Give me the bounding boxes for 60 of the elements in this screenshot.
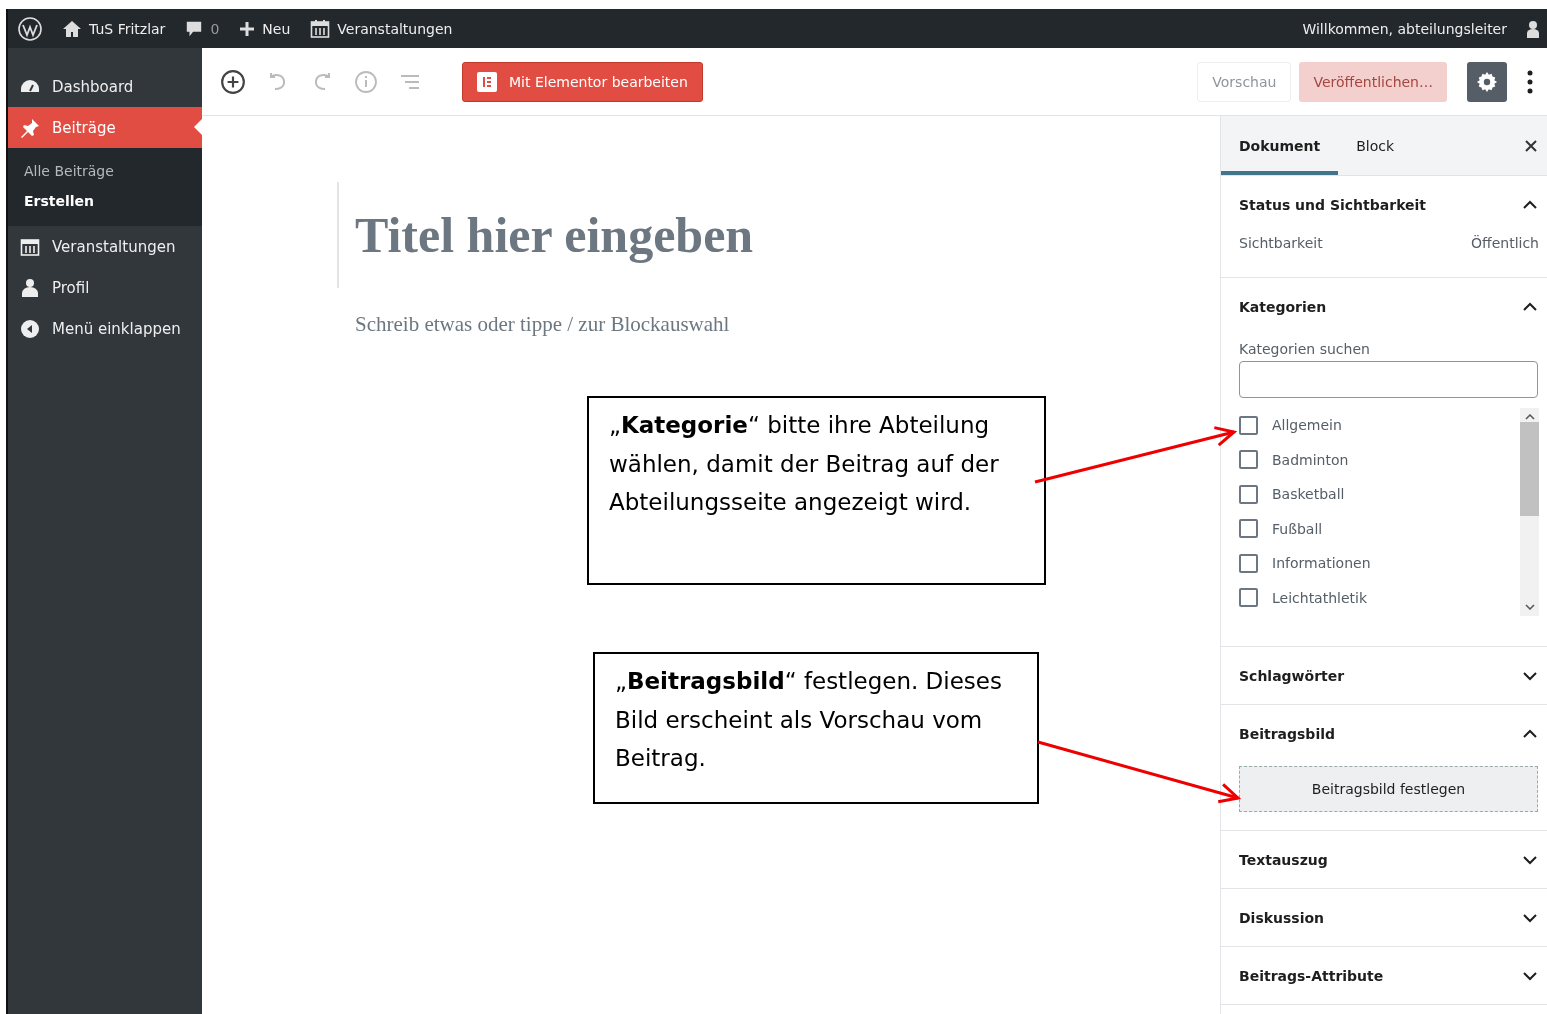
close-icon[interactable] <box>1525 139 1537 152</box>
title-field[interactable]: Titel hier eingeben <box>355 206 1137 264</box>
calendar-icon <box>20 236 40 257</box>
block-field[interactable]: Schreib etwas oder tippe / zur Blockauswahl <box>355 312 955 337</box>
category-search-field[interactable] <box>1239 361 1538 398</box>
wordpress-logo-icon[interactable] <box>18 16 42 41</box>
scroll-up-icon[interactable] <box>1524 414 1535 420</box>
comment-count[interactable]: 0 <box>210 20 220 37</box>
setting-value[interactable]: Öffentlich <box>1471 235 1539 251</box>
submenu-item[interactable]: Alle Beiträge <box>8 156 202 186</box>
scrollbar[interactable] <box>1520 408 1539 616</box>
pushpin-icon <box>20 117 40 138</box>
submenu-item[interactable]: Erstellen <box>8 186 202 216</box>
calendar-icon <box>310 18 331 39</box>
person-icon <box>20 277 40 298</box>
checkbox[interactable] <box>1239 553 1258 573</box>
speech-bubble-icon <box>185 19 204 38</box>
plus-icon <box>239 20 256 37</box>
featured-image-button[interactable]: Beitragsbild festlegen <box>1239 766 1538 812</box>
checkbox[interactable] <box>1239 415 1258 435</box>
menu-item[interactable]: Menü einklappen <box>8 308 202 349</box>
scroll-down-icon[interactable] <box>1524 604 1535 610</box>
home-icon <box>62 18 82 39</box>
checkbox-label: Informationen <box>1272 555 1371 572</box>
checkbox[interactable] <box>1239 519 1258 539</box>
settings-button[interactable] <box>1467 61 1507 102</box>
checkbox-label: Leichtathletik <box>1272 589 1368 606</box>
chevron-up-icon <box>1523 301 1537 312</box>
callout-note: „Kategorie“ bitte ihre Abteilung wählen, damit der Beitrag auf der Abteilungsseite angezeigt wird. <box>587 396 1046 585</box>
more-options-icon[interactable] <box>1527 69 1533 94</box>
events-link[interactable]: Veranstaltungen <box>337 20 453 37</box>
checkbox[interactable] <box>1239 450 1258 470</box>
menu-item[interactable]: Veranstaltungen <box>8 226 202 267</box>
checkbox-label: Badminton <box>1272 451 1349 468</box>
elementor-button[interactable]: Mit Elementor bearbeiten <box>462 61 703 102</box>
add-block-icon[interactable] <box>220 68 246 95</box>
checkbox-label: Allgemein <box>1272 417 1342 434</box>
callout-note: „Beitragsbild“ festlegen. Dieses Bild erscheint als Vorschau vom Beitrag. <box>593 652 1039 804</box>
checkbox[interactable] <box>1239 484 1258 504</box>
menu-item[interactable]: Dashboard <box>8 66 202 107</box>
search-label: Kategorien suchen <box>1239 341 1371 357</box>
checkbox-label: Basketball <box>1272 486 1345 503</box>
chevron-down-icon <box>1523 970 1537 981</box>
chevron-up-icon <box>1523 728 1537 739</box>
sidebar-tab[interactable]: Block <box>1338 116 1413 175</box>
user-avatar-icon[interactable] <box>1527 19 1539 38</box>
checkbox[interactable] <box>1239 588 1258 608</box>
menu-item[interactable]: Profil <box>8 267 202 308</box>
site-name-link[interactable]: TuS Fritzlar <box>89 20 166 37</box>
chevron-down-icon <box>1523 670 1537 681</box>
settings-icon <box>1476 70 1498 93</box>
chevron-down-icon <box>1523 854 1537 865</box>
greeting-link[interactable]: Willkommen, abteilungsleiter <box>1302 20 1507 37</box>
chevron-up-icon <box>1523 199 1537 210</box>
elementor-logo-icon <box>477 71 497 92</box>
setting-label: Sichtbarkeit <box>1239 235 1323 251</box>
chevron-down-icon <box>1523 912 1537 923</box>
menu-item[interactable]: Beiträge <box>8 107 202 148</box>
new-link[interactable]: Neu <box>262 20 291 37</box>
checkbox-label: Fußball <box>1272 520 1323 537</box>
